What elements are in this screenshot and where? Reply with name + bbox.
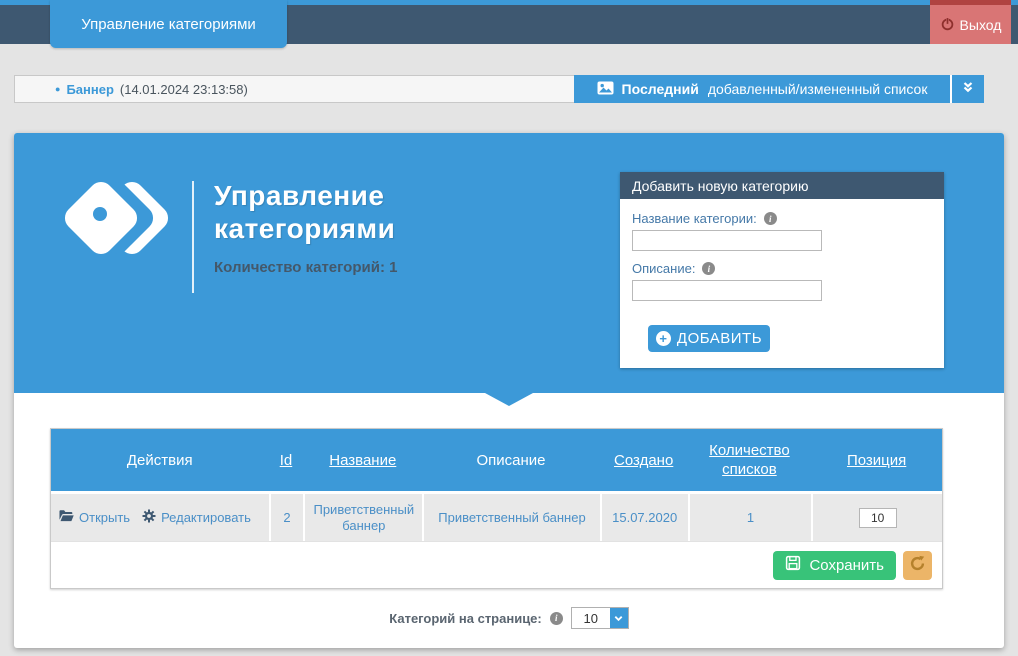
logout-button[interactable]: Выход [930,0,1011,44]
col-lists-count[interactable]: Количество списков [688,429,812,491]
col-position[interactable]: Позиция [811,429,942,491]
category-name-input[interactable] [632,230,822,251]
vertical-divider [192,181,194,293]
last-list-info: ● Баннер (14.01.2024 23:13:58) [14,75,574,103]
table-footer: Сохранить [51,541,942,588]
add-button[interactable]: + ДОБАВИТЬ [648,325,770,352]
top-navigation-bar: Управление категориями Выход [0,0,1018,49]
col-created[interactable]: Создано [600,429,688,491]
col-description: Описание [422,429,600,491]
folder-open-icon [59,509,74,526]
open-link[interactable]: Открыть [59,509,130,526]
hero-header: Управление категориями Количество катего… [14,133,1004,393]
per-page-row: Категорий на странице: i 10 [14,607,1004,629]
image-icon [597,81,614,98]
per-page-select[interactable]: 10 [571,607,629,629]
description-label: Описание: [632,261,695,276]
chevron-double-down-icon [961,80,975,99]
tab-label: Управление категориями [81,16,256,33]
position-cell [811,494,942,541]
panel-caret-down [485,393,533,406]
gear-icon [142,509,156,527]
last-list-bold: Последний [622,81,699,97]
floppy-icon [785,555,801,575]
categories-table: Действия Id Название Описание Создано Ко… [50,428,943,589]
info-icon: i [764,212,777,225]
col-name[interactable]: Название [303,429,422,491]
save-button[interactable]: Сохранить [773,551,896,580]
description-cell: Приветственный баннер [422,494,600,541]
last-list-button[interactable]: Последний добавленный/измененный список [574,75,950,103]
last-list-bar: ● Баннер (14.01.2024 23:13:58) Последний… [14,75,984,103]
category-description-input[interactable] [632,280,822,301]
refresh-icon [909,555,926,575]
last-list-rest: добавленный/измененный список [708,81,928,97]
add-category-form: Добавить новую категорию Название катего… [620,172,944,368]
bullet-icon: ● [55,84,60,94]
name-label: Название категории: [632,211,757,226]
category-management-panel: Управление категориями Количество катего… [14,133,1004,648]
actions-cell: Открыть [51,494,269,541]
position-input[interactable] [859,508,897,528]
table-header-row: Действия Id Название Описание Создано Ко… [51,429,942,491]
per-page-label: Категорий на странице: [389,611,542,626]
edit-link[interactable]: Редактировать [142,509,251,527]
name-cell: Приветственный баннер [303,494,422,541]
col-actions: Действия [51,429,268,491]
plus-circle-icon: + [656,331,671,346]
created-cell: 15.07.2020 [600,494,688,541]
add-button-label: ДОБАВИТЬ [677,330,762,347]
table-row: Открыть [51,491,942,541]
logout-label: Выход [960,17,1002,33]
info-icon: i [550,612,563,625]
tags-icon [72,165,202,285]
lists-count-cell: 1 [688,494,812,541]
per-page-value: 10 [572,608,610,628]
tab-category-management[interactable]: Управление категориями [50,0,287,48]
id-cell: 2 [269,494,304,541]
banner-link[interactable]: Баннер [66,82,113,97]
category-count: Количество категорий: 1 [214,259,397,276]
page-title: Управление категориями [214,179,395,245]
collapse-button[interactable] [950,75,984,103]
refresh-button[interactable] [903,551,932,580]
info-icon: i [702,262,715,275]
chevron-down-icon [610,608,628,628]
banner-timestamp: (14.01.2024 23:13:58) [120,82,248,97]
save-button-label: Сохранить [809,557,884,574]
power-icon [940,16,955,34]
form-title: Добавить новую категорию [620,172,944,199]
col-id[interactable]: Id [268,429,303,491]
